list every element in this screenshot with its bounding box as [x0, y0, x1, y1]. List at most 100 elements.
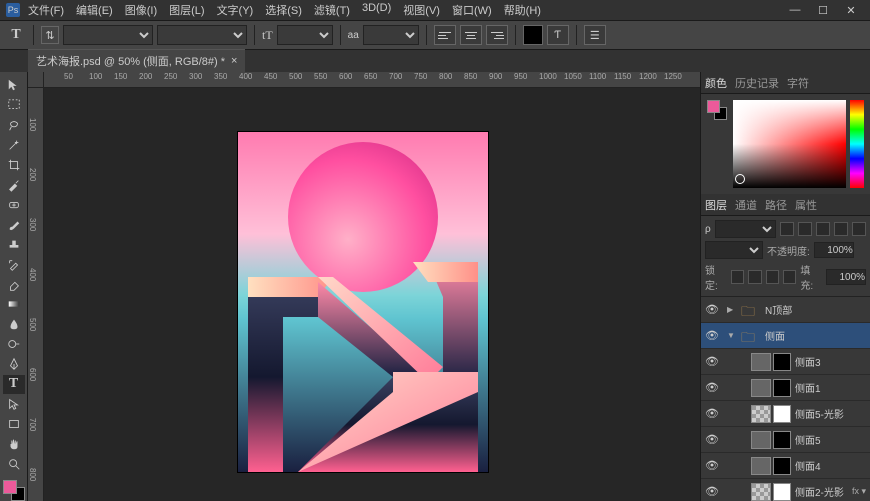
layer-row[interactable]: 👁侧面2-光影fx ▾ — [701, 479, 870, 501]
layer-mask-thumbnail — [773, 353, 791, 371]
filter-shape-icon[interactable] — [834, 222, 848, 236]
horizontal-ruler[interactable]: 5010015020025030035040045050055060065070… — [44, 72, 700, 88]
menu-item[interactable]: 选择(S) — [259, 0, 308, 20]
layer-row[interactable]: 👁侧面1 — [701, 375, 870, 401]
filter-text-icon[interactable] — [816, 222, 830, 236]
visibility-icon[interactable]: 👁 — [705, 485, 719, 498]
align-center-button[interactable] — [460, 25, 482, 45]
warp-text-button[interactable]: Ƭ — [547, 25, 569, 45]
layer-row[interactable]: 👁侧面3 — [701, 349, 870, 375]
layer-row[interactable]: 👁侧面5 — [701, 427, 870, 453]
color-panel — [701, 94, 870, 194]
move-tool[interactable] — [3, 76, 25, 95]
menu-item[interactable]: 视图(V) — [397, 0, 446, 20]
opacity-input[interactable] — [814, 242, 854, 258]
stamp-tool[interactable] — [3, 235, 25, 254]
layers-tab[interactable]: 图层 — [705, 197, 727, 213]
ruler-origin[interactable] — [28, 72, 44, 88]
lock-pixels-icon[interactable] — [748, 270, 761, 284]
menu-bar: Ps 文件(F)编辑(E)图像(I)图层(L)文字(Y)选择(S)滤镜(T)3D… — [0, 0, 870, 20]
magic-wand-tool[interactable] — [3, 136, 25, 155]
maximize-button[interactable]: ☐ — [810, 2, 836, 19]
history-tab[interactable]: 历史记录 — [735, 75, 779, 91]
eyedropper-tool[interactable] — [3, 176, 25, 195]
disclosure-icon[interactable]: ▶ — [727, 305, 737, 314]
lasso-tool[interactable] — [3, 116, 25, 135]
layer-group-row[interactable]: 👁▶🗀N顶部 — [701, 297, 870, 323]
color-picker-cursor — [735, 174, 745, 184]
menu-item[interactable]: 滤镜(T) — [308, 0, 356, 20]
character-tab[interactable]: 字符 — [787, 75, 809, 91]
panel-color-swatches[interactable] — [707, 100, 727, 120]
healing-tool[interactable] — [3, 195, 25, 214]
document-tab[interactable]: 艺术海报.psd @ 50% (侧面, RGB/8#) * × — [28, 49, 245, 72]
properties-tab[interactable]: 属性 — [795, 197, 817, 213]
fx-badge[interactable]: fx ▾ — [852, 486, 866, 497]
layer-kind-filter[interactable]: 类型 — [715, 220, 776, 238]
menu-item[interactable]: 图像(I) — [119, 0, 163, 20]
close-window-button[interactable]: ✕ — [838, 2, 864, 19]
menu-item[interactable]: 文件(F) — [22, 0, 70, 20]
visibility-icon[interactable]: 👁 — [705, 329, 719, 342]
minimize-button[interactable]: — — [782, 2, 808, 18]
color-tab[interactable]: 颜色 — [705, 75, 727, 91]
pen-tool[interactable] — [3, 355, 25, 374]
text-orientation-toggle[interactable]: ⇅ — [41, 26, 59, 44]
rectangle-tool[interactable] — [3, 414, 25, 433]
menu-item[interactable]: 3D(D) — [356, 0, 397, 20]
path-select-tool[interactable] — [3, 395, 25, 414]
channels-tab[interactable]: 通道 — [735, 197, 757, 213]
blend-mode-select[interactable]: 穿透 — [705, 241, 763, 259]
visibility-icon[interactable]: 👁 — [705, 459, 719, 472]
crop-tool[interactable] — [3, 156, 25, 175]
visibility-icon[interactable]: 👁 — [705, 433, 719, 446]
layer-thumbnail — [751, 405, 771, 423]
dodge-tool[interactable] — [3, 335, 25, 354]
layer-group-row[interactable]: 👁▼🗀侧面 — [701, 323, 870, 349]
visibility-icon[interactable]: 👁 — [705, 355, 719, 368]
menu-item[interactable]: 文字(Y) — [211, 0, 260, 20]
menu-item[interactable]: 帮助(H) — [498, 0, 547, 20]
history-brush-tool[interactable] — [3, 255, 25, 274]
font-family-select[interactable]: 思源黑体 — [63, 25, 153, 45]
lock-position-icon[interactable] — [766, 270, 779, 284]
menu-item[interactable]: 图层(L) — [163, 0, 210, 20]
color-field[interactable] — [733, 100, 846, 188]
align-left-button[interactable] — [434, 25, 456, 45]
visibility-icon[interactable]: 👁 — [705, 381, 719, 394]
brush-tool[interactable] — [3, 215, 25, 234]
character-panel-button[interactable]: ☰ — [584, 25, 606, 45]
color-swatches[interactable] — [3, 480, 25, 501]
menu-item[interactable]: 窗口(W) — [446, 0, 498, 20]
lock-all-icon[interactable] — [783, 270, 796, 284]
gradient-tool[interactable] — [3, 295, 25, 314]
fill-input[interactable] — [826, 269, 866, 285]
eraser-tool[interactable] — [3, 275, 25, 294]
font-style-select[interactable]: Medium — [157, 25, 247, 45]
close-tab-icon[interactable]: × — [231, 55, 237, 67]
canvas-area[interactable]: 5010015020025030035040045050055060065070… — [28, 72, 700, 501]
disclosure-icon[interactable]: ▼ — [727, 331, 737, 340]
align-right-button[interactable] — [486, 25, 508, 45]
visibility-icon[interactable]: 👁 — [705, 407, 719, 420]
zoom-tool[interactable] — [3, 454, 25, 473]
filter-adjust-icon[interactable] — [798, 222, 812, 236]
lock-transparent-icon[interactable] — [731, 270, 744, 284]
layer-list[interactable]: 👁▶🗀N顶部👁▼🗀侧面👁侧面3👁侧面1👁侧面5-光影👁侧面5👁侧面4👁侧面2-光… — [701, 297, 870, 501]
hand-tool[interactable] — [3, 434, 25, 453]
filter-pixel-icon[interactable] — [780, 222, 794, 236]
paths-tab[interactable]: 路径 — [765, 197, 787, 213]
layer-row[interactable]: 👁侧面4 — [701, 453, 870, 479]
filter-smart-icon[interactable] — [852, 222, 866, 236]
font-size-select[interactable]: 10 点 — [277, 25, 333, 45]
layer-row[interactable]: 👁侧面5-光影 — [701, 401, 870, 427]
blur-tool[interactable] — [3, 315, 25, 334]
marquee-tool[interactable] — [3, 96, 25, 115]
visibility-icon[interactable]: 👁 — [705, 303, 719, 316]
text-tool[interactable]: T — [3, 375, 25, 394]
menu-item[interactable]: 编辑(E) — [70, 0, 119, 20]
vertical-ruler[interactable]: 100200300400500600700800 — [28, 88, 44, 501]
hue-slider[interactable] — [850, 100, 864, 188]
antialias-select[interactable]: 锐利 — [363, 25, 419, 45]
text-color-swatch[interactable] — [523, 25, 543, 45]
